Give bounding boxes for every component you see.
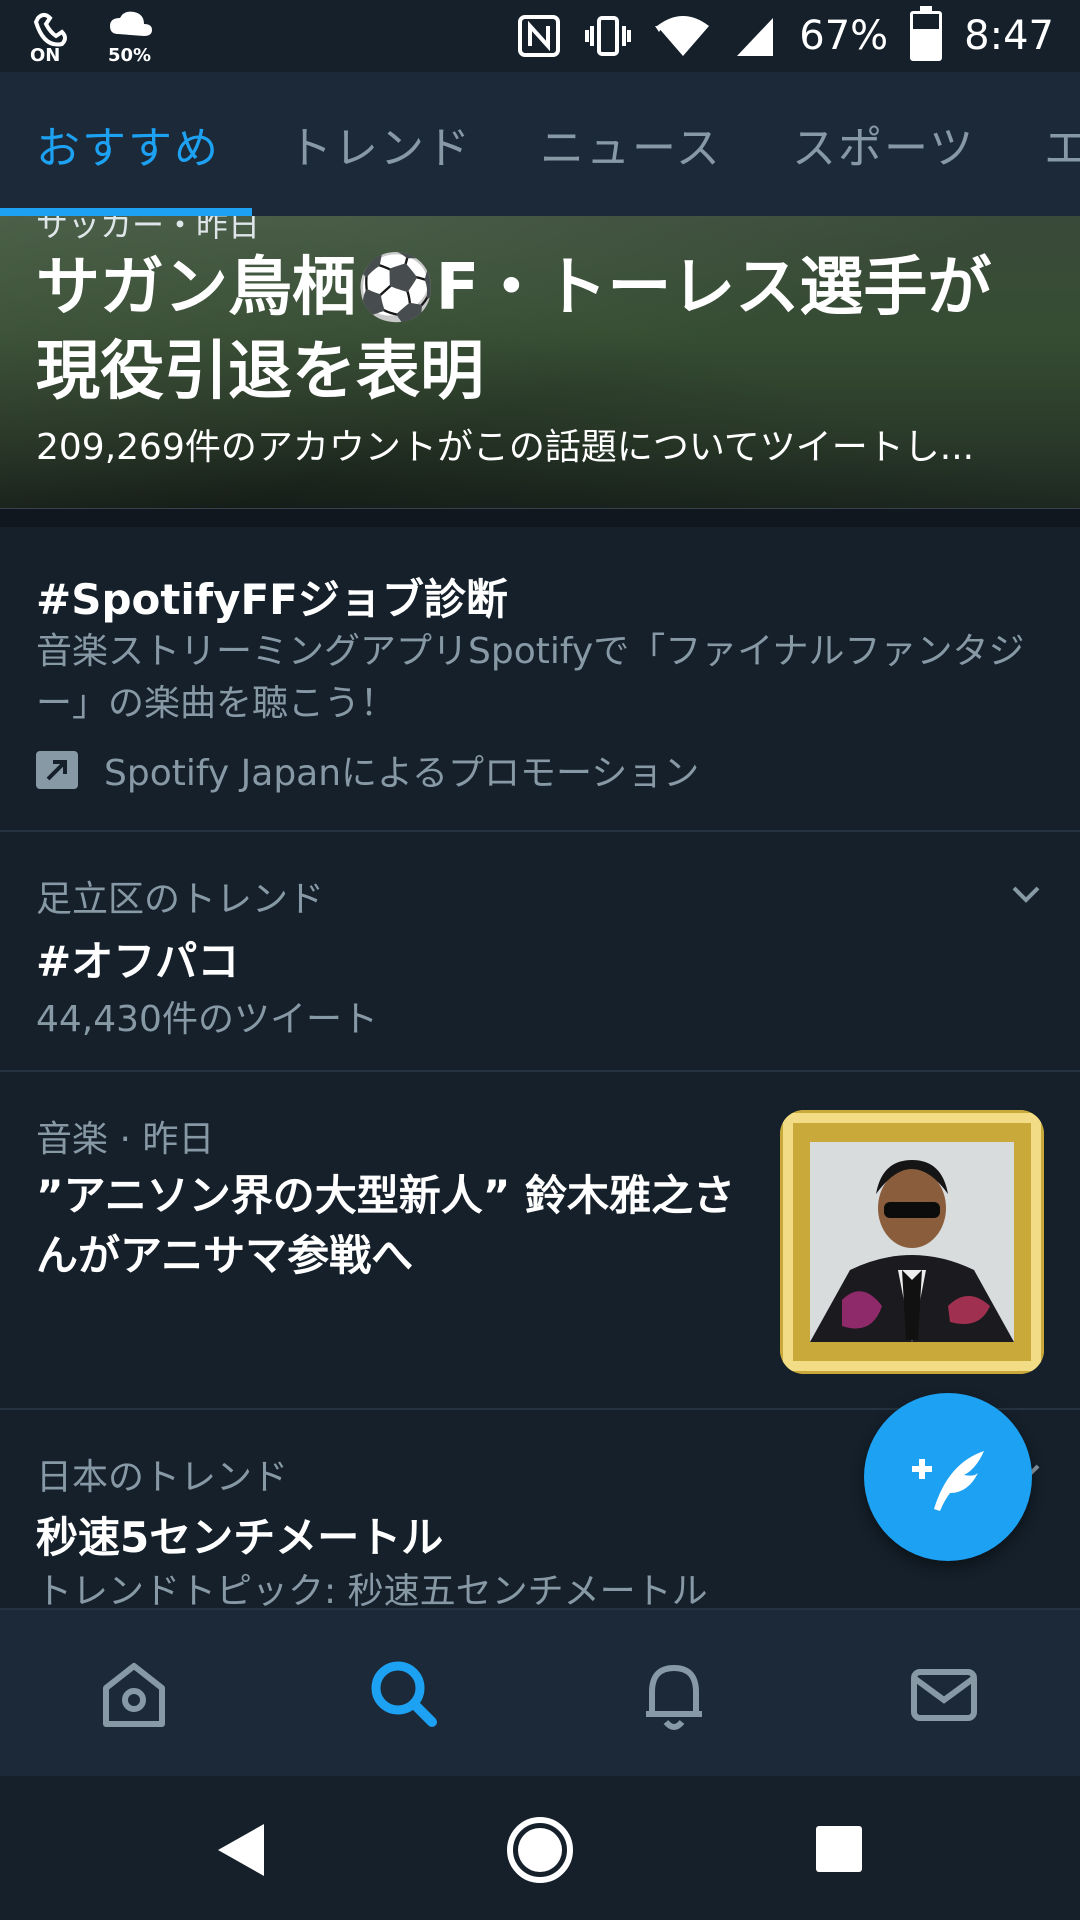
hero-trend-card[interactable]: サッカー・昨日 サガン鳥栖⚽F・トーレス選手が現役引退を表明 209,269件の… (0, 216, 1080, 508)
promoted-by: Spotify Japanによるプロモーション (36, 744, 699, 796)
trend-item[interactable]: 足立区のトレンド #オフパコ 44,430件のツイート (0, 830, 1080, 1072)
news-item[interactable]: 音楽 · 昨日 ”アニソン界の大型新人” 鈴木雅之さんがアニサマ参戦へ (0, 1070, 1080, 1410)
tab-sports[interactable]: スポーツ (792, 112, 975, 176)
battery-icon (910, 6, 943, 61)
tab-trends[interactable]: トレンド (288, 112, 472, 176)
battery-percent: 67% (799, 13, 889, 59)
news-title: ”アニソン界の大型新人” 鈴木雅之さんがアニサマ参戦へ (36, 1171, 735, 1280)
tab-news[interactable]: ニュース (540, 112, 722, 176)
messages-mail-icon[interactable] (894, 1644, 994, 1744)
hero-subtitle: 209,269件のアカウントがこの話題についてツイートし... (36, 427, 975, 468)
cell-signal-icon (737, 18, 774, 56)
trend-title: #オフパコ (36, 937, 240, 986)
hero-title: サガン鳥栖⚽F・トーレス選手が現役引退を表明 (36, 251, 992, 409)
status-bar: ON 50% 67% 8:47 (0, 0, 1080, 72)
weather-percent: 50% (108, 45, 152, 66)
tweet-count: 44,430件のツイート (36, 999, 378, 1040)
chevron-down-icon[interactable] (1006, 874, 1046, 914)
home-icon[interactable] (84, 1644, 184, 1744)
promoted-trend[interactable]: #SpotifyFFジョブ診断 音楽ストリーミングアプリSpotifyで「ファイ… (0, 526, 1080, 832)
trend-title: 秒速5センチメートル (36, 1513, 444, 1562)
news-meta: 音楽 · 昨日 (36, 1119, 215, 1160)
weather-icon: 50% (108, 8, 158, 66)
tab-recommended[interactable]: おすすめ (36, 112, 220, 176)
recent-apps-icon[interactable] (800, 1810, 880, 1890)
tab-entertainment[interactable]: エ (1044, 112, 1080, 176)
clock: 8:47 (964, 13, 1054, 59)
promoted-icon (36, 751, 78, 789)
nfc-icon (518, 15, 561, 57)
trend-description: 音楽ストリーミングアプリSpotifyで「ファイナルファンタジー」の楽曲を聴こう… (36, 631, 1025, 724)
vibrate-icon (585, 16, 632, 56)
trend-location: 日本のトレンド (36, 1457, 289, 1498)
trend-title: #SpotifyFFジョブ診断 (36, 575, 508, 624)
compose-tweet-button[interactable] (864, 1393, 1032, 1561)
explore-tabs: おすすめ トレンド ニュース スポーツ エ (0, 72, 1080, 216)
trend-location: 足立区のトレンド (36, 879, 325, 920)
news-thumbnail (780, 1110, 1044, 1374)
back-icon[interactable] (200, 1810, 280, 1890)
promoted-label: Spotify Japanによるプロモーション (104, 753, 700, 794)
compose-feather-icon (912, 1451, 984, 1511)
section-divider (0, 508, 1080, 527)
call-forwarding-icon: ON (30, 8, 80, 66)
bottom-navigation (0, 1608, 1080, 1778)
search-icon[interactable] (354, 1644, 454, 1744)
active-tab-indicator (0, 208, 252, 216)
wifi-icon (655, 16, 710, 56)
system-navigation-bar (0, 1776, 1080, 1920)
notifications-bell-icon[interactable] (624, 1644, 724, 1744)
trend-description: トレンドトピック: 秒速五センチメートル (36, 1571, 708, 1612)
home-button-icon[interactable] (500, 1810, 580, 1890)
hero-meta: サッカー・昨日 (36, 216, 261, 244)
on-label: ON (30, 45, 61, 66)
